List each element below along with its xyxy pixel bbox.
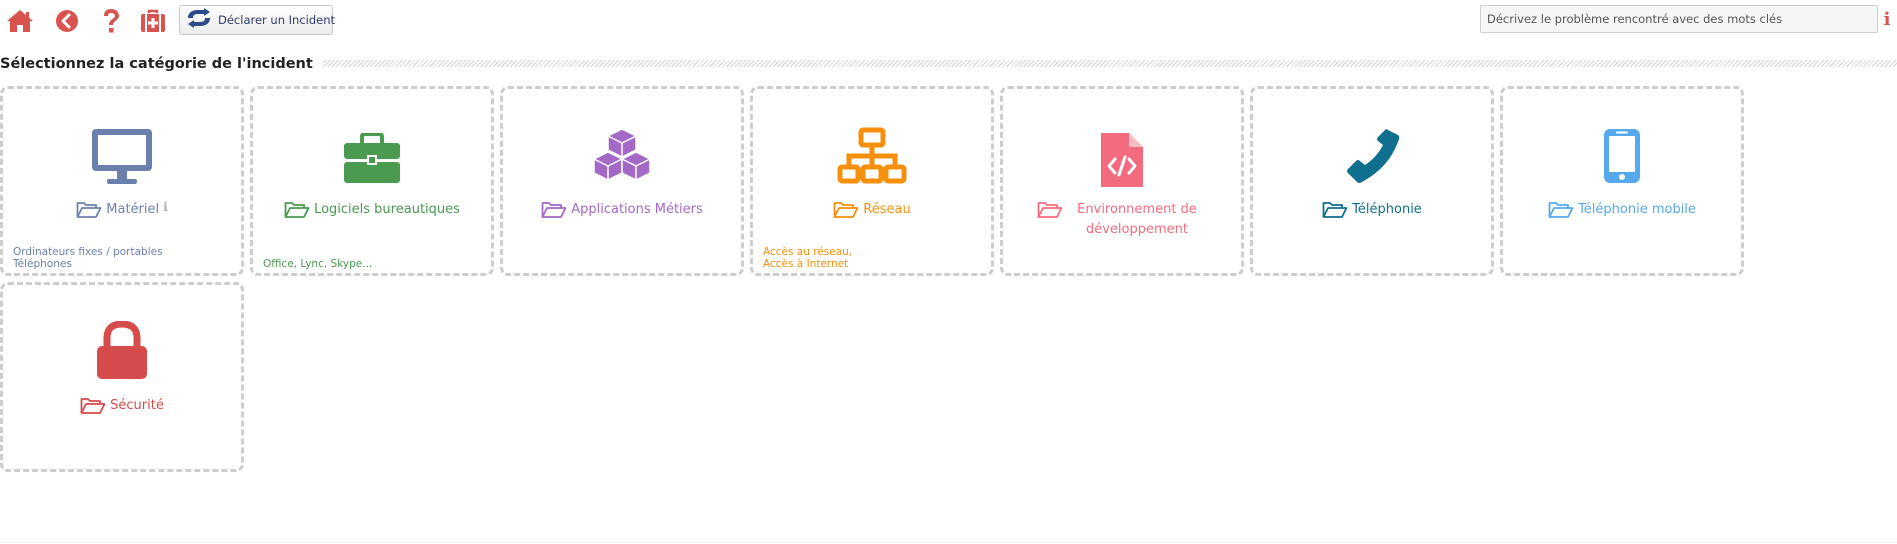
toolbox-icon [253, 127, 491, 189]
tile-title: Applications Métiers [507, 200, 737, 220]
category-label: Environnement de développement [1077, 202, 1197, 237]
category-label: Téléphonie mobile [1578, 202, 1696, 217]
folder-open-icon [1548, 202, 1574, 218]
folder-open-icon [833, 202, 859, 218]
incident-swap-icon [186, 8, 212, 32]
folder-open-icon [284, 202, 310, 218]
category-tile-telephonie-mobile[interactable]: Téléphonie mobile [1500, 86, 1744, 276]
category-label: Matériel [106, 202, 160, 217]
lock-icon [3, 321, 241, 383]
phone-icon [1253, 127, 1491, 189]
info-icon[interactable]: i [1882, 9, 1892, 31]
category-label: Sécurité [110, 398, 164, 413]
tile-title: Environnement de développement [1007, 200, 1237, 240]
folder-open-icon [541, 202, 567, 218]
info-icon[interactable]: i [163, 200, 168, 214]
tile-title: Sécurité [7, 396, 237, 416]
declare-incident-button[interactable]: Déclarer un Incident [179, 5, 336, 35]
category-label: Applications Métiers [571, 202, 703, 217]
tile-title: Téléphonie mobile [1507, 200, 1737, 220]
search-input[interactable] [1480, 5, 1878, 33]
back-icon[interactable] [52, 6, 82, 36]
category-description: Ordinateurs fixes / portables Téléphones [13, 246, 163, 270]
section-header: Sélectionnez la catégorie de l'incident [0, 54, 1897, 74]
home-icon[interactable] [5, 6, 35, 36]
tile-title: Matériel i [7, 200, 237, 220]
tile-title: Réseau [757, 200, 987, 220]
category-label: Logiciels bureautiques [314, 202, 460, 217]
category-tile-applications-metiers[interactable]: Applications Métiers [500, 86, 744, 276]
section-divider [300, 60, 1897, 67]
folder-open-icon [1037, 202, 1063, 218]
category-description: Accès au réseau, Accès à Internet [763, 246, 853, 270]
section-title: Sélectionnez la catégorie de l'incident [0, 54, 323, 74]
tile-title: Logiciels bureautiques [257, 200, 487, 220]
monitor-icon [3, 127, 241, 189]
declare-incident-label: Déclarer un Incident [218, 13, 336, 27]
category-tile-reseau[interactable]: Réseau Accès au réseau, Accès à Internet [750, 86, 994, 276]
tile-title: Téléphonie [1257, 200, 1487, 220]
network-icon [753, 127, 991, 189]
help-icon[interactable] [96, 6, 126, 36]
mobile-phone-icon [1503, 127, 1741, 189]
category-tile-logiciels-bureautiques[interactable]: Logiciels bureautiques Office, Lync, Sky… [250, 86, 494, 276]
cubes-icon [503, 127, 741, 189]
category-tile-telephonie[interactable]: Téléphonie [1250, 86, 1494, 276]
footer-divider [0, 542, 1897, 543]
code-file-icon [1003, 131, 1241, 193]
category-label: Téléphonie [1352, 202, 1422, 217]
category-description: Office, Lync, Skype... [263, 258, 373, 270]
toolbar: Déclarer un Incident i [0, 0, 1897, 42]
category-label: Réseau [863, 202, 911, 217]
folder-open-icon [1322, 202, 1348, 218]
category-tile-materiel[interactable]: Matériel i Ordinateurs fixes / portables… [0, 86, 244, 276]
first-aid-kit-icon[interactable] [138, 6, 168, 36]
folder-open-icon [80, 398, 106, 414]
folder-open-icon [76, 202, 102, 218]
category-tile-securite[interactable]: Sécurité [0, 282, 244, 472]
category-tile-environnement-developpement[interactable]: Environnement de développement [1000, 86, 1244, 276]
